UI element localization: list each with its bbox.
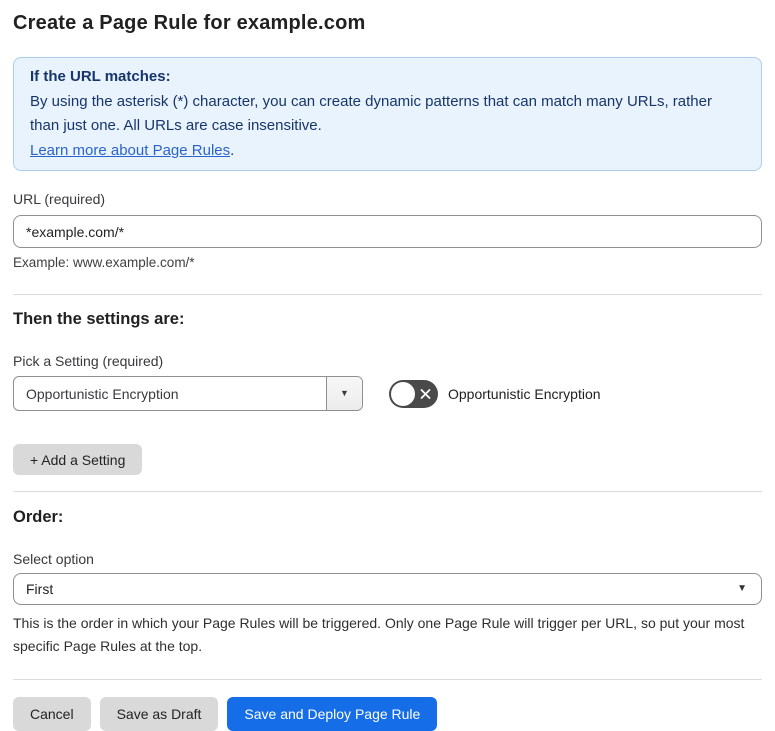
divider [13, 491, 762, 492]
page-title: Create a Page Rule for example.com [13, 12, 366, 34]
order-select-label: Select option [13, 551, 94, 567]
url-match-info-box: If the URL matches: By using the asteris… [13, 57, 762, 171]
toggle-setting-label: Opportunistic Encryption [448, 385, 601, 402]
url-example-helper: Example: www.example.com/* [13, 255, 195, 270]
info-box-link-line: Learn more about Page Rules. [30, 139, 745, 164]
order-select-value: First [26, 581, 54, 597]
divider [13, 679, 762, 680]
add-setting-button[interactable]: + Add a Setting [13, 444, 143, 475]
cancel-button[interactable]: Cancel [13, 697, 91, 731]
setting-dropdown-value: Opportunistic Encryption [26, 385, 179, 402]
info-box-body: By using the asterisk (*) character, you… [30, 92, 712, 135]
page-rule-form: Create a Page Rule for example.com If th… [0, 0, 775, 731]
setting-row: Opportunistic Encryption ▼ Opportunistic… [13, 376, 762, 411]
url-field-label: URL (required) [13, 191, 106, 207]
divider [13, 294, 762, 295]
url-input[interactable] [13, 215, 762, 248]
action-button-row: Cancel Save as Draft Save and Deploy Pag… [13, 697, 762, 731]
setting-dropdown-arrow-button[interactable]: ▼ [326, 377, 362, 410]
chevron-down-icon: ▼ [340, 388, 349, 398]
settings-section-heading: Then the settings are: [13, 310, 185, 328]
opportunistic-encryption-toggle[interactable] [389, 379, 438, 408]
order-helper-text: This is the order in which your Page Rul… [13, 615, 745, 654]
setting-dropdown[interactable]: Opportunistic Encryption ▼ [13, 376, 363, 411]
pick-setting-label: Pick a Setting (required) [13, 353, 164, 369]
toggle-knob [391, 381, 415, 406]
save-and-deploy-button[interactable]: Save and Deploy Page Rule [227, 697, 438, 731]
link-suffix: . [230, 141, 235, 159]
select-caret-icon: ▼ [737, 583, 747, 594]
info-box-heading: If the URL matches: [30, 68, 171, 85]
learn-more-link[interactable]: Learn more about Page Rules [30, 142, 230, 159]
order-select[interactable]: First ▼ [13, 573, 762, 605]
save-as-draft-button[interactable]: Save as Draft [99, 697, 219, 731]
toggle-off-x-icon [420, 388, 431, 399]
order-section-heading: Order: [13, 508, 64, 526]
